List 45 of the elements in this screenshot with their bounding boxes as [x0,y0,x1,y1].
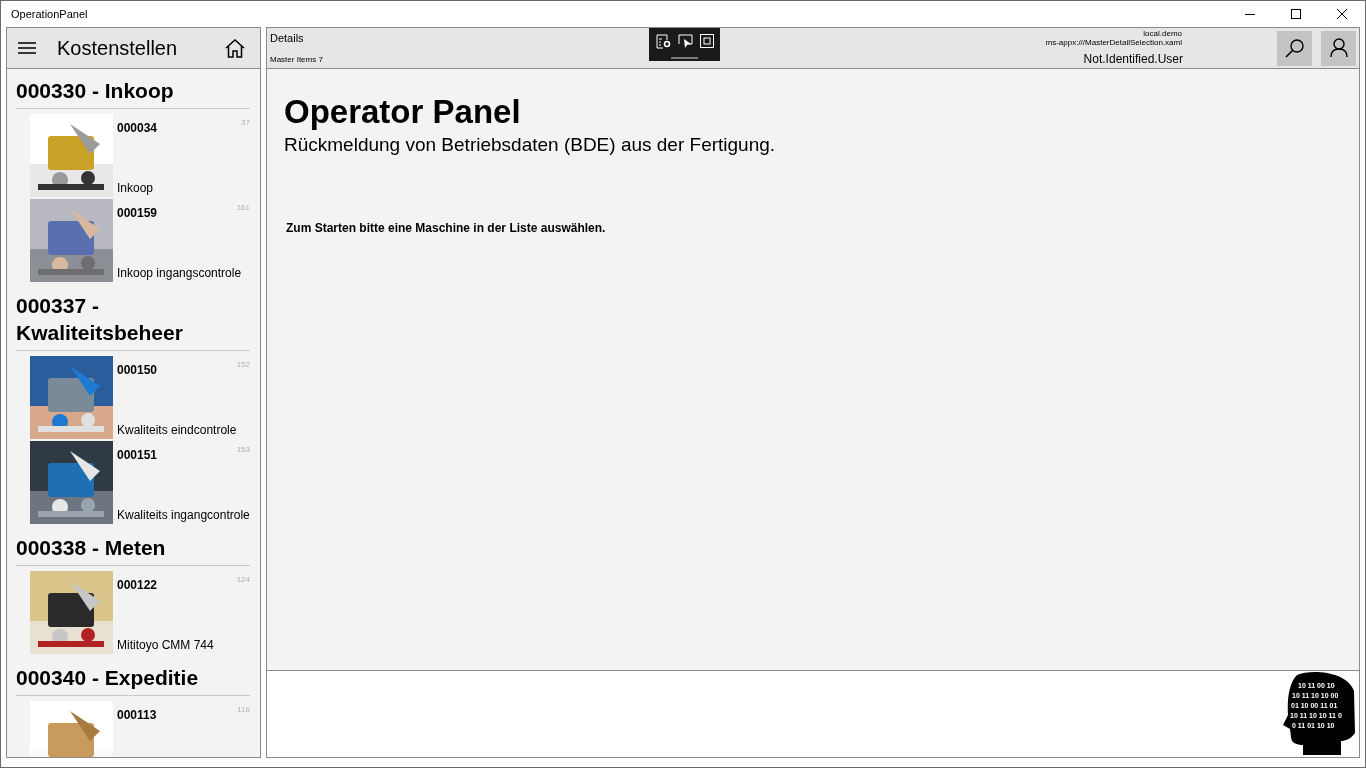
item-code: 000113 [117,707,157,724]
item-name: Inkoop [117,180,155,197]
item-count: 161 [236,202,250,214]
pane-title: Kostenstellen [57,36,178,61]
maximize-icon [1291,9,1301,19]
menu-icon [18,42,36,54]
user-button[interactable] [1321,30,1356,66]
item-name: Inkoop ingangscontrole [117,265,243,282]
page-heading: Operator Panel [284,92,521,132]
page-subtitle: Rückmeldung von Betriebsdaten (BDE) aus der Fertigung. [284,133,776,157]
user-label: Not.Identified.User [1083,50,1183,68]
search-button[interactable] [1277,30,1312,66]
list-item[interactable]: 000150 Kwaliteits eindcontrole 152 [30,356,250,441]
page-label: ms-appx:///MasterDetailSelection.xaml [1045,37,1182,47]
cursor-icon[interactable] [677,34,693,49]
group-heading: 000338 - Meten [16,526,250,566]
search-icon [1284,38,1305,58]
item-count: 124 [236,574,250,586]
item-count: Master Items 7 [270,54,323,66]
item-name: Mititoyo CMM 744 [117,637,215,654]
item-count: 116 [237,704,250,716]
server-label: local.demo [1143,28,1182,38]
item-code: 000150 [117,362,158,379]
item-code: 000034 [117,120,158,137]
settings-icon[interactable] [655,34,671,49]
group-heading: 000337 - Kwaliteitsbeheer [16,284,250,351]
user-icon [1329,38,1348,58]
list-item[interactable]: 000159 Inkoop ingangscontrole 161 [30,199,250,284]
frame-icon[interactable] [699,34,714,48]
minimize-icon [1245,13,1255,15]
header-label: Details [270,31,305,46]
list-item[interactable]: 000113 116 [30,701,250,757]
group-heading: 000330 - Inkoop [16,69,250,109]
group-heading: 000340 - Expeditie [16,656,250,696]
item-count: 152 [236,359,250,371]
window-title: OperationPanel [10,6,88,22]
item-code: 000151 [117,447,158,464]
item-code: 000159 [117,205,158,222]
list-item[interactable]: 000122 Mititoyo CMM 744 124 [30,571,250,656]
instruction-text: Zum Starten bitte eine Maschine in der Liste auswählen. [286,220,606,237]
home-icon [225,38,245,58]
item-name: Kwaliteits eindcontrole [117,422,238,439]
item-name: Kwaliteits ingangcontrole [117,507,251,524]
item-code: 000122 [117,577,158,594]
close-icon [1337,9,1347,19]
